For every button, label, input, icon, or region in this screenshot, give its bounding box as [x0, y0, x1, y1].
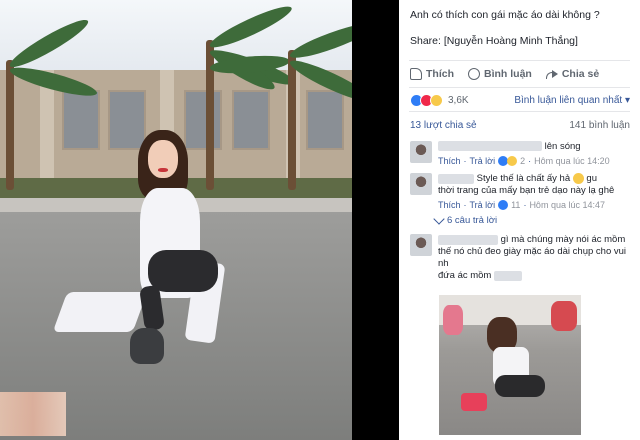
- comment-text: thời trang của mấy bạn trẻ dạo này lạ gh…: [438, 185, 615, 197]
- comment-time[interactable]: Hôm qua lúc 14:47: [529, 199, 605, 211]
- palm-trunk: [206, 40, 214, 190]
- comment-text: lên sóng: [544, 141, 581, 152]
- reaction-count: 3,6K: [448, 95, 469, 106]
- comment-item: lên sóng Thích · Trả lời 2 · Hôm qua lúc 1…: [399, 135, 640, 167]
- post-actions: Thích Bình luận Chia sẻ: [399, 61, 640, 87]
- palm-trunk: [288, 50, 296, 190]
- haha-reaction-icon: [430, 94, 443, 107]
- comment-item: gì mà chúng mày nói ác mồm thế nó chủ đe…: [399, 226, 640, 282]
- redacted-name: [438, 141, 542, 152]
- comment-reply-link[interactable]: Trả lời: [470, 155, 496, 167]
- comment-reaction-count: 2: [520, 156, 526, 166]
- share-arrow-icon: [545, 69, 558, 79]
- comment-reaction-count: 11: [511, 200, 521, 211]
- redacted-name: [438, 234, 498, 245]
- post-share-credit: Share: [Nguyễn Hoàng Minh Thắng]: [410, 35, 578, 47]
- reply-arrow-icon: [433, 213, 445, 225]
- comment-label: Bình luận: [484, 68, 532, 80]
- like-label: Thích: [426, 68, 454, 80]
- comment-text: gì mà chúng mày nói ác mồm: [500, 234, 626, 246]
- post-stats: 13 lượt chia sẻ 141 bình luận: [399, 112, 640, 135]
- reaction-summary[interactable]: 3,6K: [410, 94, 469, 107]
- replies-count: 6 câu trả lời: [447, 215, 498, 227]
- comment-sort-dropdown[interactable]: Bình luận liên quan nhất: [514, 95, 630, 106]
- avatar[interactable]: [410, 141, 432, 163]
- comment-text: thế nó chủ đeo giày mặc áo dài chụp cho …: [438, 246, 627, 270]
- redacted-text: [494, 270, 522, 281]
- avatar[interactable]: [410, 173, 432, 195]
- comment-button[interactable]: Bình luận: [468, 68, 532, 80]
- comment-text: gu: [586, 173, 597, 185]
- post-photo[interactable]: [0, 0, 352, 440]
- thumbs-up-icon: [410, 68, 422, 80]
- share-button[interactable]: Chia sẻ: [545, 68, 600, 80]
- comment-count[interactable]: 141 bình luận: [569, 120, 630, 131]
- reaction-bar: 3,6K Bình luận liên quan nhất: [399, 88, 640, 111]
- comment-item: Style thế là chất ấy hả gu thời trang củ…: [399, 167, 640, 211]
- comment-icon: [468, 68, 480, 80]
- comment-time[interactable]: Hôm qua lúc 14:20: [534, 155, 610, 167]
- comment-like-link[interactable]: Thích: [438, 155, 461, 167]
- comment-attached-photo[interactable]: [439, 295, 581, 435]
- comment-reply-link[interactable]: Trả lời: [470, 199, 496, 211]
- palm-trunk: [6, 60, 14, 190]
- redacted-name: [438, 173, 474, 184]
- avatar[interactable]: [410, 234, 432, 257]
- view-replies-link[interactable]: 6 câu trả lời: [399, 211, 640, 226]
- post-caption: Anh có thích con gái mặc áo dài không ? …: [399, 0, 640, 48]
- haha-reaction-icon: [507, 156, 518, 166]
- like-reaction-icon: [498, 200, 509, 211]
- like-button[interactable]: Thích: [410, 68, 454, 80]
- share-label: Chia sẻ: [561, 68, 600, 80]
- comment-text: đứa ác mồm: [438, 270, 492, 282]
- comment-like-link[interactable]: Thích: [438, 199, 461, 211]
- post-text: Anh có thích con gái mặc áo dài không ?: [410, 9, 600, 21]
- comment-text: Style thế là chất ấy hả: [476, 173, 571, 185]
- smile-emoji-icon: [572, 173, 584, 184]
- share-count-link[interactable]: 13 lượt chia sẻ: [410, 120, 477, 131]
- pixelated-watermark: [0, 392, 66, 436]
